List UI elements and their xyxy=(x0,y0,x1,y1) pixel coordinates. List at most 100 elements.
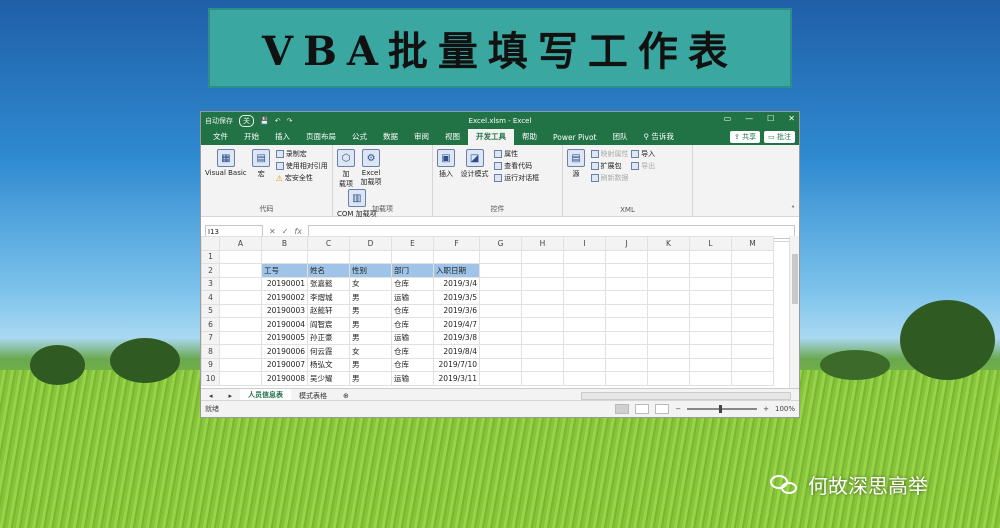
relative-ref-button[interactable]: 使用相对引用 xyxy=(275,161,328,171)
import-button[interactable]: 导入 xyxy=(631,149,655,159)
tab-page-layout[interactable]: 页面布局 xyxy=(298,131,344,145)
cell[interactable] xyxy=(647,357,690,372)
cell[interactable] xyxy=(647,371,690,386)
cell[interactable]: 女 xyxy=(349,344,392,359)
cell[interactable]: 2019/8/4 xyxy=(433,344,480,359)
tab-formulas[interactable]: 公式 xyxy=(344,131,375,145)
cell[interactable]: 仓库 xyxy=(391,317,434,332)
cell[interactable] xyxy=(563,249,606,264)
cell[interactable] xyxy=(605,290,648,305)
cell[interactable]: 男 xyxy=(349,317,392,332)
col-header[interactable]: G xyxy=(479,236,522,251)
cell[interactable] xyxy=(647,249,690,264)
cell[interactable]: 男 xyxy=(349,371,392,386)
cell[interactable] xyxy=(479,371,522,386)
row-header[interactable]: 6 xyxy=(201,317,220,332)
insert-function-icon[interactable]: fx xyxy=(294,227,302,236)
col-header[interactable]: J xyxy=(605,236,648,251)
cell[interactable] xyxy=(731,330,774,345)
row-header[interactable]: 10 xyxy=(201,371,220,386)
cell[interactable] xyxy=(605,344,648,359)
cell[interactable] xyxy=(563,357,606,372)
cell[interactable] xyxy=(731,249,774,264)
cell[interactable] xyxy=(219,303,262,318)
cell[interactable] xyxy=(349,249,392,264)
cell[interactable] xyxy=(219,290,262,305)
col-header[interactable]: B xyxy=(261,236,308,251)
cell[interactable] xyxy=(563,317,606,332)
cell[interactable]: 20190005 xyxy=(261,330,308,345)
cell[interactable] xyxy=(605,276,648,291)
cell[interactable]: 运输 xyxy=(391,330,434,345)
cell[interactable] xyxy=(219,371,262,386)
tab-team[interactable]: 团队 xyxy=(604,131,635,145)
add-sheet-icon[interactable]: ⊕ xyxy=(335,391,357,401)
run-dialog-button[interactable]: 运行对话框 xyxy=(494,173,539,183)
cell[interactable] xyxy=(731,276,774,291)
cell[interactable] xyxy=(479,344,522,359)
tab-scroll-right-icon[interactable]: ▸ xyxy=(221,391,241,401)
cell[interactable] xyxy=(521,290,564,305)
row-header[interactable]: 2 xyxy=(201,263,220,278)
cell[interactable]: 2019/3/5 xyxy=(433,290,480,305)
cell[interactable]: 女 xyxy=(349,276,392,291)
cell[interactable] xyxy=(521,330,564,345)
tab-data[interactable]: 数据 xyxy=(375,131,406,145)
cell[interactable] xyxy=(219,357,262,372)
cell[interactable] xyxy=(647,276,690,291)
cell[interactable] xyxy=(521,276,564,291)
cell[interactable] xyxy=(605,249,648,264)
cell[interactable] xyxy=(647,303,690,318)
horizontal-scrollbar[interactable] xyxy=(581,391,791,400)
cell[interactable]: 杨弘文 xyxy=(307,357,350,372)
cell[interactable]: 性别 xyxy=(349,263,392,278)
select-all[interactable] xyxy=(201,236,220,251)
tab-power-pivot[interactable]: Power Pivot xyxy=(545,133,604,145)
design-mode-button[interactable]: ◪ 设计模式 xyxy=(461,149,489,179)
cell[interactable] xyxy=(605,330,648,345)
cell[interactable]: 20190003 xyxy=(261,303,308,318)
minimize-icon[interactable]: — xyxy=(745,114,753,123)
cell[interactable] xyxy=(689,290,732,305)
close-icon[interactable]: ✕ xyxy=(788,114,795,123)
cell[interactable] xyxy=(219,263,262,278)
row-header[interactable]: 7 xyxy=(201,330,220,345)
cell[interactable] xyxy=(731,344,774,359)
tab-view[interactable]: 视图 xyxy=(437,131,468,145)
cell[interactable] xyxy=(731,357,774,372)
share-button[interactable]: ⇪ 共享 xyxy=(730,131,761,143)
cell[interactable]: 运输 xyxy=(391,290,434,305)
cell[interactable] xyxy=(219,344,262,359)
cell[interactable] xyxy=(479,357,522,372)
properties-button[interactable]: 属性 xyxy=(494,149,539,159)
cell[interactable] xyxy=(521,371,564,386)
cell[interactable] xyxy=(521,263,564,278)
cell[interactable]: 仓库 xyxy=(391,357,434,372)
cell[interactable] xyxy=(563,371,606,386)
cell[interactable]: 李熠城 xyxy=(307,290,350,305)
cell[interactable] xyxy=(521,303,564,318)
cell[interactable]: 20190002 xyxy=(261,290,308,305)
cell[interactable]: 男 xyxy=(349,303,392,318)
zoom-slider[interactable] xyxy=(687,405,758,413)
cell[interactable] xyxy=(479,317,522,332)
cell[interactable] xyxy=(479,276,522,291)
cell[interactable]: 赵懿轩 xyxy=(307,303,350,318)
tell-me[interactable]: ⚲ 告诉我 xyxy=(635,131,681,145)
col-header[interactable]: D xyxy=(349,236,392,251)
expansion-packs-button[interactable]: 扩展包 xyxy=(590,161,629,171)
excel-addins-button[interactable]: ⚙ Excel 加载项 xyxy=(361,149,382,187)
row-header[interactable]: 1 xyxy=(201,249,220,264)
row-header[interactable]: 8 xyxy=(201,344,220,359)
zoom-in-icon[interactable]: + xyxy=(763,405,769,413)
cell[interactable] xyxy=(689,317,732,332)
cell[interactable] xyxy=(307,249,350,264)
cell[interactable] xyxy=(563,303,606,318)
cell[interactable] xyxy=(605,371,648,386)
cell[interactable]: 20190008 xyxy=(261,371,308,386)
cell[interactable]: 仓库 xyxy=(391,303,434,318)
col-header[interactable]: M xyxy=(731,236,774,251)
insert-control-button[interactable]: ▣ 插入 xyxy=(437,149,455,179)
col-header[interactable]: C xyxy=(307,236,350,251)
row-header[interactable]: 9 xyxy=(201,357,220,372)
